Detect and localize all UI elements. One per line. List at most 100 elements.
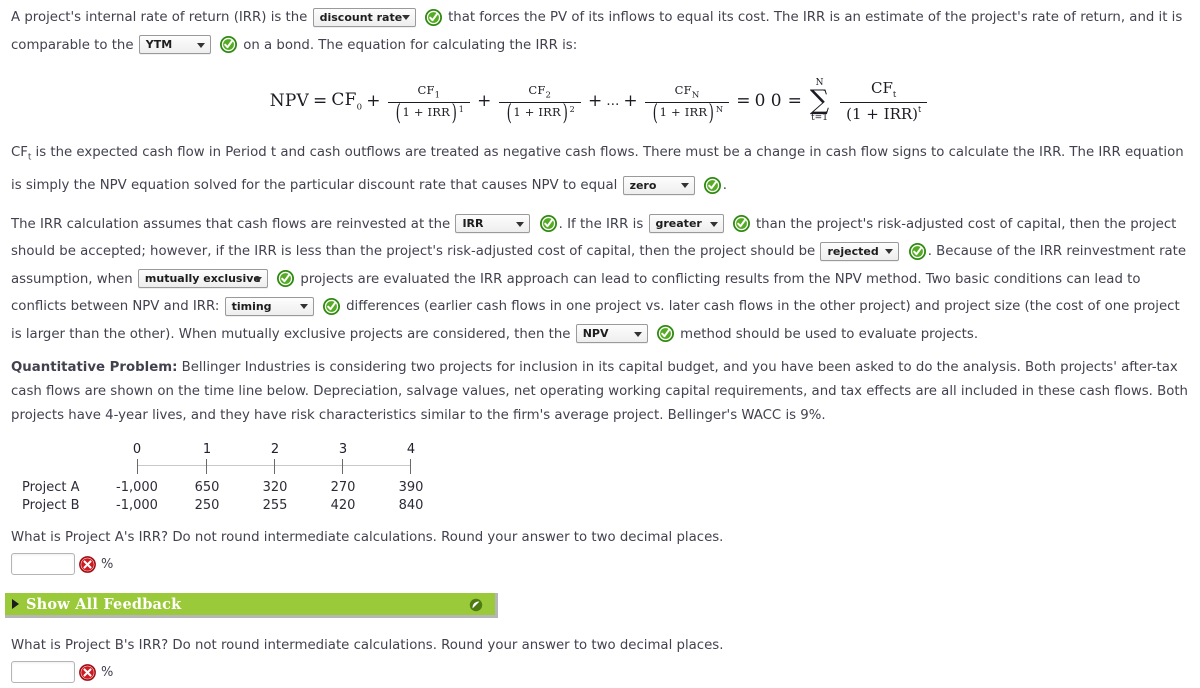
greater-select-value: greater xyxy=(655,217,702,231)
paren-close: ) xyxy=(451,100,458,126)
eq-den2: 1 + IRR xyxy=(513,104,561,119)
irr-text-a: The IRR calculation assumes that cash fl… xyxy=(11,216,451,232)
eq2-zero: 0 xyxy=(770,91,782,111)
paren-close: ) xyxy=(562,100,569,126)
summation-symbol: N ∑ t=1 xyxy=(810,79,829,123)
chevron-down-icon xyxy=(299,304,308,310)
eq-plus-2: + xyxy=(477,91,492,111)
irr-assumptions-paragraph: The IRR calculation assumes that cash fl… xyxy=(0,211,1200,349)
question-a-unit: % xyxy=(101,556,114,572)
irr-select[interactable]: IRR xyxy=(455,214,531,234)
question-b-answer-row: % xyxy=(0,661,1200,684)
intro-text-a: A project's internal rate of return (IRR… xyxy=(11,10,308,25)
npv-select-value: NPV xyxy=(582,327,609,341)
eq-plus-3: + xyxy=(587,91,603,111)
green-check-circle-icon xyxy=(703,176,721,194)
eq-denn-sup: N xyxy=(716,104,724,114)
eq-fraction-1: CF1 (1 + IRR) 1 xyxy=(387,83,471,126)
cft-text-c: . xyxy=(722,178,728,194)
project-b-cf-4: 840 xyxy=(398,498,424,514)
timeline-period-2: 2 xyxy=(270,442,280,458)
project-a-irr-input[interactable] xyxy=(11,553,75,576)
timeline-tick-3 xyxy=(342,459,343,475)
chevron-down-icon xyxy=(253,276,262,282)
cft-paragraph: CFt is the expected cash flow in Period … xyxy=(0,139,1200,200)
question-b-unit: % xyxy=(101,664,114,680)
eq-denn: 1 + IRR xyxy=(659,104,708,119)
project-b-cf-0: -1,000 xyxy=(116,498,158,514)
eq-fract-num: CFt xyxy=(865,79,902,102)
eq-frac1-den: (1 + IRR) 1 xyxy=(388,100,470,126)
eq-cf1-sub: 1 xyxy=(434,90,441,101)
chevron-down-icon xyxy=(885,249,894,255)
eq-frac2-num: CF2 xyxy=(522,83,557,101)
cft-text-a: CF xyxy=(11,145,28,160)
show-all-feedback-wrapper: Show All Feedback xyxy=(0,593,1200,619)
quantitative-problem-text: Bellinger Industries is considering two … xyxy=(11,360,1188,424)
green-check-circle-icon xyxy=(277,270,295,288)
irr-select-value: IRR xyxy=(462,217,484,231)
timing-select[interactable]: timing xyxy=(224,296,314,316)
timeline-tick-0 xyxy=(137,459,138,475)
rejected-select[interactable]: rejected xyxy=(820,241,900,261)
eq2-equals: = xyxy=(787,91,802,111)
timeline-tick-2 xyxy=(274,459,275,475)
greater-select[interactable]: greater xyxy=(648,214,724,234)
project-a-label: Project A xyxy=(22,480,80,496)
timeline-period-0: 0 xyxy=(132,442,142,458)
timeline-corner xyxy=(11,450,101,452)
eq-cf2-sub: 2 xyxy=(545,90,552,101)
show-all-feedback-label: Show All Feedback xyxy=(26,595,182,613)
paren-close: ) xyxy=(708,100,715,126)
exercise-page: A project's internal rate of return (IRR… xyxy=(0,0,1200,688)
eq-cf1: CF xyxy=(417,83,435,98)
irr-equation: NPV = CF0 + CF1 (1 + IRR) 1 + CF2 (1 + IR… xyxy=(0,59,1200,126)
show-all-feedback-button[interactable]: Show All Feedback xyxy=(5,593,498,619)
table-row: Project B -1,000 250 255 420 840 xyxy=(11,495,1200,513)
timeline-period-3: 3 xyxy=(338,442,348,458)
eq-equals-1: = xyxy=(312,91,328,111)
timeline-tick-4 xyxy=(410,459,411,475)
eq-fraction-2: CF2 (1 + IRR) 2 xyxy=(498,83,581,126)
green-check-circle-icon xyxy=(424,8,442,26)
project-a-cf-0: -1,000 xyxy=(116,480,158,496)
timeline-period-header: 0 1 2 3 4 xyxy=(11,442,1200,459)
paren-open: ( xyxy=(506,100,512,126)
eq-fracn-num: CFN xyxy=(669,83,706,101)
equation-line-1: NPV = CF 0 + CF1 (1 + IRR) 1 + CF2 (1 + IR… xyxy=(269,83,766,126)
green-check-circle-icon xyxy=(732,215,750,233)
project-b-irr-input[interactable] xyxy=(11,661,75,684)
project-a-cf-1: 650 xyxy=(194,480,220,496)
timeline-axis-row xyxy=(11,459,1200,477)
green-check-circle-icon xyxy=(656,325,674,343)
project-b-cf-3: 420 xyxy=(330,498,356,514)
zero-select[interactable]: zero xyxy=(622,175,695,195)
red-x-circle-icon xyxy=(79,663,96,681)
project-b-cf-2: 255 xyxy=(262,498,288,514)
intro-paragraph: A project's internal rate of return (IRR… xyxy=(0,0,1200,59)
irr-text-g: method should be used to evaluate projec… xyxy=(680,326,979,342)
green-check-circle-icon xyxy=(539,215,557,233)
discount-rate-select[interactable]: discount rate xyxy=(312,7,416,27)
project-a-cf-2: 320 xyxy=(262,480,288,496)
feedback-circle-icon[interactable] xyxy=(469,597,483,612)
rejected-select-value: rejected xyxy=(827,244,879,258)
eq-den1-sup: 1 xyxy=(458,104,465,114)
eq-cft: CF xyxy=(871,79,893,97)
quantitative-problem-paragraph: Quantitative Problem: Bellinger Industri… xyxy=(0,356,1200,428)
question-a-answer-row: % xyxy=(0,553,1200,576)
mutually-exclusive-select[interactable]: mutually exclusive xyxy=(137,269,268,289)
eq-dent-sup: t xyxy=(918,105,922,114)
cft-text-b: is the expected cash flow in Period t an… xyxy=(11,145,1184,194)
ytm-select[interactable]: YTM xyxy=(138,35,211,54)
green-check-circle-icon xyxy=(908,242,926,260)
eq-cfn-sub: N xyxy=(691,90,700,101)
eq-fraction-n: CFN (1 + IRR) N xyxy=(644,83,730,126)
npv-select[interactable]: NPV xyxy=(575,324,648,344)
chevron-down-icon xyxy=(196,42,205,48)
project-b-cf-1: 250 xyxy=(194,498,220,514)
discount-rate-select-value: discount rate xyxy=(319,10,403,24)
project-a-cf-4: 390 xyxy=(398,480,424,496)
eq-npv: NPV xyxy=(269,91,309,111)
eq-zero: 0 xyxy=(754,91,766,111)
